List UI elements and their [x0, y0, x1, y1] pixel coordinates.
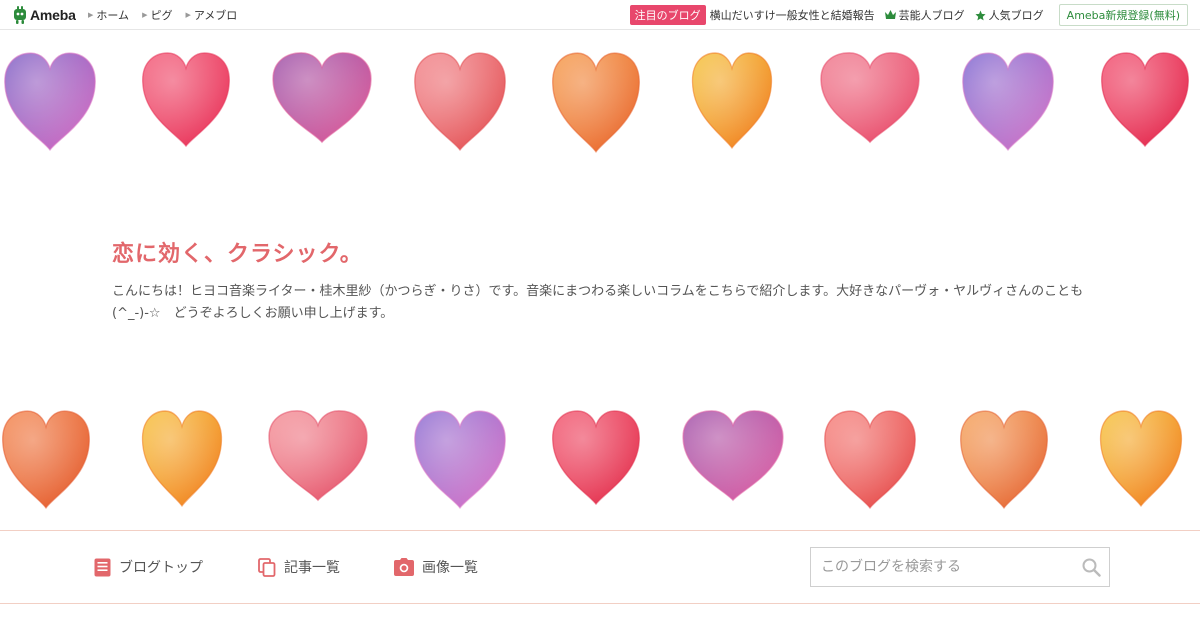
blog-description: こんにちは！ヒヨコ音楽ライター・桂木里紗（かつらぎ・りさ）です。音楽にまつわる楽… — [112, 284, 1084, 321]
copy-icon — [258, 557, 276, 577]
heart-image — [820, 52, 920, 144]
nav-pigg-label: ピグ — [150, 9, 173, 22]
logo-text: Ameba — [30, 7, 76, 23]
heart-image — [962, 52, 1054, 152]
nav-pigg[interactable]: ▶ ピグ — [142, 7, 172, 23]
celebrity-blog-label: 芸能人ブログ — [898, 9, 965, 22]
heart-image — [414, 52, 506, 152]
nav-home[interactable]: ▶ ホーム — [88, 7, 129, 23]
ameba-logo-icon — [14, 6, 26, 24]
heart-row-top — [0, 50, 1200, 160]
heart-image — [552, 52, 640, 154]
heart-image — [1099, 410, 1183, 508]
heart-image — [691, 52, 773, 150]
popular-blog-label: 人気ブログ — [988, 9, 1044, 22]
nav-ameblo-label: アメブロ — [193, 9, 238, 22]
caret-right-icon: ▶ — [185, 11, 191, 19]
camera-icon — [394, 558, 414, 576]
popular-blog-link[interactable]: 人気ブログ — [975, 7, 1044, 23]
nav-ameblo[interactable]: ▶ アメブロ — [185, 7, 237, 23]
heart-image — [268, 410, 368, 502]
search-input[interactable] — [811, 548, 1073, 586]
article-list-label: 記事一覧 — [284, 560, 340, 576]
heart-image — [272, 52, 372, 144]
heart-row-bottom — [0, 408, 1200, 518]
heart-image — [824, 410, 916, 510]
image-list-link[interactable]: 画像一覧 — [394, 557, 478, 577]
article-list-link[interactable]: 記事一覧 — [258, 557, 340, 577]
document-icon — [94, 558, 111, 576]
heart-image — [141, 410, 223, 508]
signup-button[interactable]: Ameba新規登録(無料) — [1058, 4, 1188, 26]
heart-image — [960, 410, 1048, 510]
caret-right-icon: ▶ — [88, 11, 94, 19]
heart-image — [1101, 52, 1189, 148]
caret-right-icon: ▶ — [142, 11, 148, 19]
global-nav: ▶ ホーム ▶ ピグ ▶ アメブロ — [88, 0, 250, 30]
featured-blog-link[interactable]: 横山だいすけ一般女性と結婚報告 — [710, 7, 875, 23]
image-list-label: 画像一覧 — [422, 560, 478, 576]
blog-top-link[interactable]: ブログトップ — [94, 557, 203, 577]
blog-top-label: ブログトップ — [119, 560, 203, 576]
heart-image — [4, 52, 96, 152]
featured-badge: 注目のブログ — [629, 5, 706, 25]
celebrity-blog-link[interactable]: 芸能人ブログ — [884, 7, 965, 23]
heart-image — [2, 410, 90, 510]
heart-image — [414, 410, 506, 510]
nav-home-label: ホーム — [96, 9, 130, 22]
heart-image — [682, 410, 784, 502]
blog-title[interactable]: 恋に効く、クラシック。 — [112, 236, 363, 268]
search-button[interactable] — [1073, 548, 1109, 586]
heart-image — [552, 410, 640, 506]
search-icon — [1082, 558, 1101, 577]
blog-search — [810, 547, 1110, 587]
star-icon — [975, 9, 986, 20]
ameba-logo[interactable]: Ameba — [12, 6, 76, 24]
crown-icon — [884, 10, 896, 19]
blog-nav-bar: ブログトップ 記事一覧 画像一覧 — [0, 530, 1200, 604]
heart-image — [142, 52, 230, 148]
topbar-right: 注目のブログ 横山だいすけ一般女性と結婚報告 芸能人ブログ 人気ブログ Ameb… — [629, 0, 1188, 30]
top-bar: Ameba ▶ ホーム ▶ ピグ ▶ アメブロ 注目のブログ 横山だいすけ一般女… — [0, 0, 1200, 30]
